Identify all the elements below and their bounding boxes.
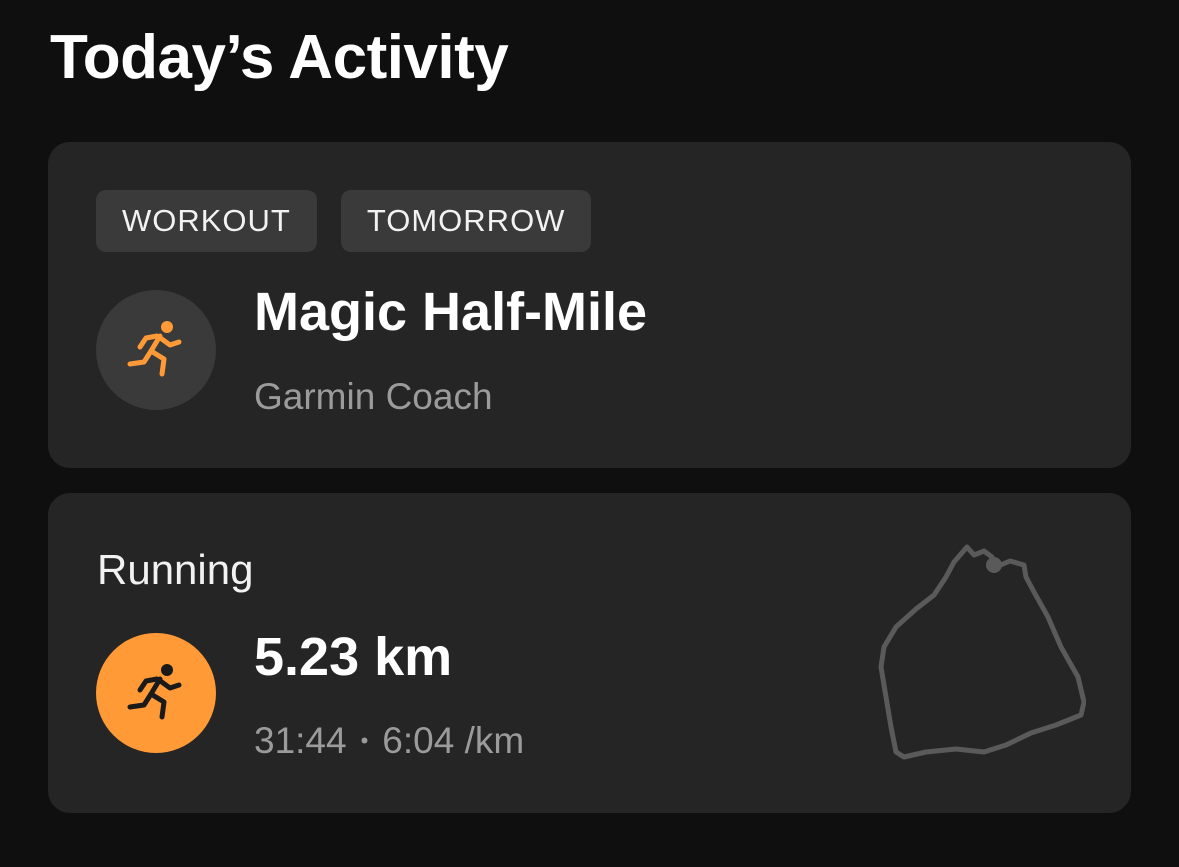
stats-separator: • <box>360 728 369 753</box>
running-person-icon <box>127 664 182 720</box>
today-activity-page: Today’s Activity WORKOUT TOMORROW Magic … <box>0 0 1179 867</box>
tag-workout: WORKOUT <box>96 190 317 252</box>
run-duration: 31:44 <box>254 720 347 761</box>
route-map-icon <box>878 544 1086 760</box>
run-stats: 31:44 • 6:04 /km <box>254 718 524 764</box>
page-title: Today’s Activity <box>50 23 509 92</box>
running-activity-card[interactable]: Running 5.23 km 31:44 • 6:04 /km <box>48 493 1131 813</box>
run-pace: 6:04 /km <box>382 720 525 761</box>
workout-card[interactable]: WORKOUT TOMORROW Magic Half-Mile Garmin … <box>48 142 1131 468</box>
run-distance: 5.23 km <box>254 627 453 687</box>
running-icon-badge <box>96 633 216 753</box>
workout-title: Magic Half-Mile <box>254 282 648 342</box>
workout-icon-badge <box>96 290 216 410</box>
activity-type-label: Running <box>97 546 254 593</box>
tag-tomorrow: TOMORROW <box>340 190 592 252</box>
workout-tags: WORKOUT TOMORROW <box>96 190 592 252</box>
running-person-icon <box>127 321 182 377</box>
workout-source: Garmin Coach <box>254 376 493 417</box>
